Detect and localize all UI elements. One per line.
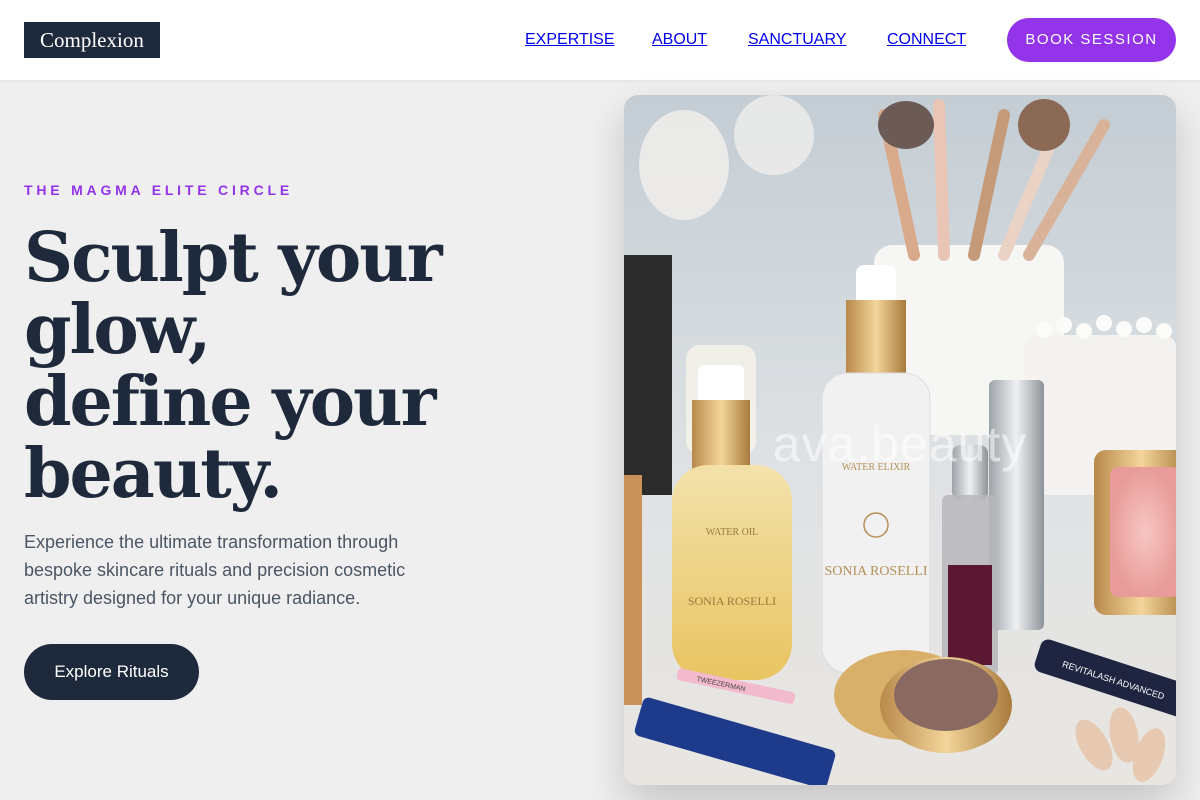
headline-line: glow, <box>24 290 211 370</box>
brand-logo[interactable]: Complexion <box>24 22 160 58</box>
hero-headline: Sculpt your glow, define your beauty. <box>24 222 544 510</box>
hero-product-photo: WATER ELIXIR SONIA ROSELLI WATER OIL SON… <box>624 95 1176 785</box>
hero-description: Experience the ultimate transformation t… <box>24 532 406 608</box>
watermark: ava.beauty <box>772 416 1028 472</box>
bottle-brand: SONIA ROSELLI <box>824 564 927 579</box>
hero-kicker: THE MAGMA ELITE CIRCLE <box>24 182 293 198</box>
nav-item-about[interactable]: ABOUT <box>652 0 707 80</box>
bottle-label: WATER OIL <box>706 527 759 538</box>
nav-item-connect[interactable]: CONNECT <box>887 0 966 80</box>
nav-item-expertise[interactable]: EXPERTISE <box>525 0 615 80</box>
headline-line: define your <box>24 362 436 442</box>
site-header: Complexion EXPERTISE ABOUT SANCTUARY CON… <box>0 0 1200 80</box>
nav-item-sanctuary[interactable]: SANCTUARY <box>748 0 846 80</box>
bottle-brand: SONIA ROSELLI <box>688 594 776 608</box>
book-session-button[interactable]: BOOK SESSION <box>1007 18 1176 62</box>
headline-line: Sculpt your <box>24 218 443 298</box>
headline-line: beauty. <box>24 434 283 514</box>
explore-rituals-button[interactable]: Explore Rituals <box>24 644 199 700</box>
